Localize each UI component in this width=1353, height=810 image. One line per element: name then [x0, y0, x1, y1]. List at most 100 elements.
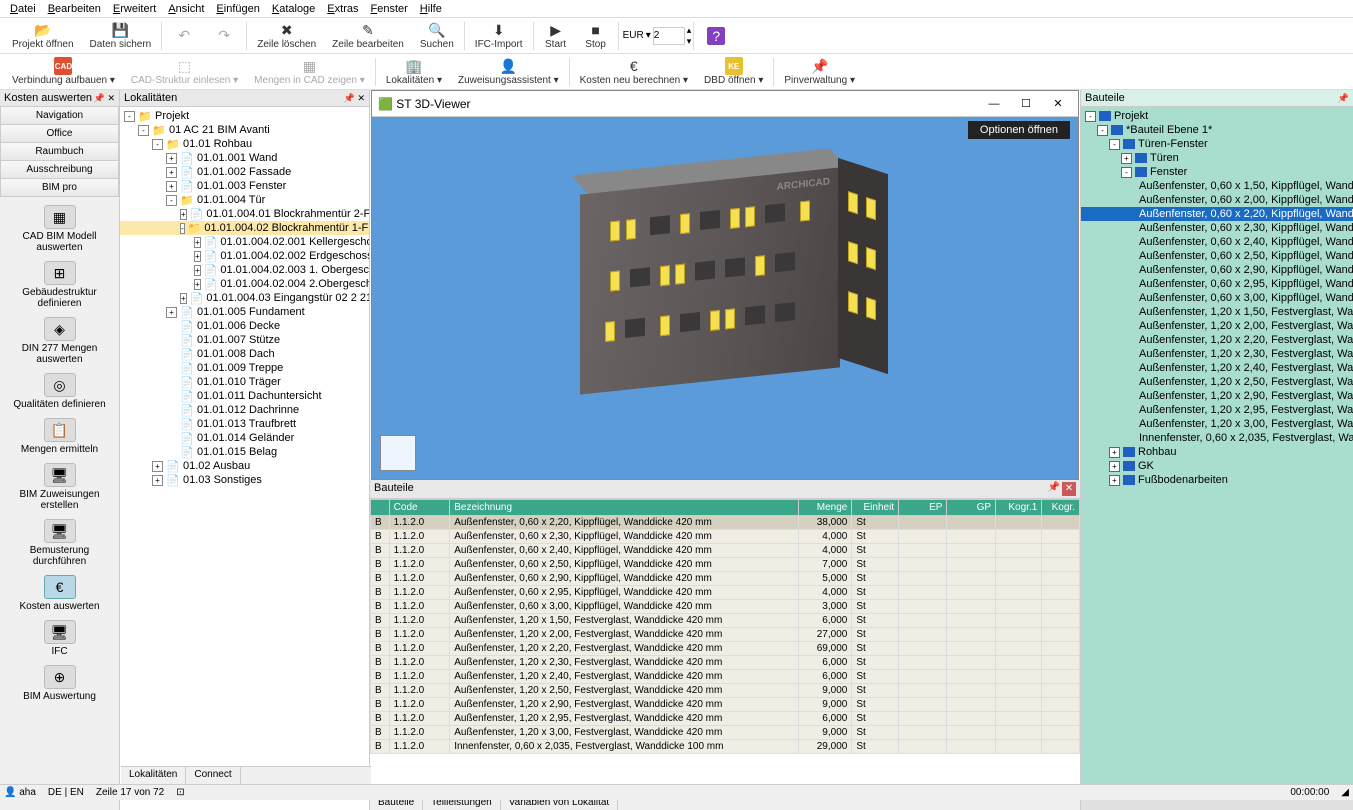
- cell[interactable]: [996, 544, 1042, 558]
- cell[interactable]: [947, 712, 996, 726]
- cell[interactable]: [947, 586, 996, 600]
- cell[interactable]: [996, 656, 1042, 670]
- rtree-row[interactable]: Außenfenster, 0,60 x 3,00, Kippflügel, W…: [1081, 291, 1353, 305]
- axes-gizmo[interactable]: [380, 435, 416, 471]
- cell[interactable]: Außenfenster, 1,20 x 2,90, Festverglast,…: [450, 698, 798, 712]
- tb2-Pinverwaltung[interactable]: 📌Pinverwaltung ▾: [776, 56, 863, 87]
- cell[interactable]: 1.1.2.0: [389, 712, 450, 726]
- cell[interactable]: St: [852, 572, 899, 586]
- cell[interactable]: [899, 516, 947, 530]
- cell[interactable]: B: [371, 530, 390, 544]
- cell[interactable]: 6,000: [798, 670, 852, 684]
- tree-row[interactable]: 📄01.01.011 Dachuntersicht: [120, 389, 369, 403]
- tree-row[interactable]: 📄01.01.009 Treppe: [120, 361, 369, 375]
- cell[interactable]: [1042, 572, 1080, 586]
- cell[interactable]: Außenfenster, 1,20 x 2,40, Festverglast,…: [450, 670, 798, 684]
- cell[interactable]: B: [371, 516, 390, 530]
- cell[interactable]: [1042, 712, 1080, 726]
- cell[interactable]: [947, 558, 996, 572]
- cell[interactable]: 4,000: [798, 530, 852, 544]
- col-header[interactable]: GP: [947, 500, 996, 516]
- cell[interactable]: [996, 516, 1042, 530]
- navtab-BIM pro[interactable]: BIM pro: [0, 179, 119, 197]
- rtree-row[interactable]: Außenfenster, 0,60 x 2,90, Kippflügel, W…: [1081, 263, 1353, 277]
- rtree-row[interactable]: Außenfenster, 1,20 x 3,00, Festverglast,…: [1081, 417, 1353, 431]
- cell[interactable]: [947, 516, 996, 530]
- cell[interactable]: [899, 698, 947, 712]
- cell[interactable]: St: [852, 670, 899, 684]
- cell[interactable]: [947, 684, 996, 698]
- cell[interactable]: Außenfenster, 1,20 x 3,00, Festverglast,…: [450, 726, 798, 740]
- tb-Stop[interactable]: ■Stop: [576, 20, 616, 51]
- components-tree[interactable]: -Projekt-*Bauteil Ebene 1*-Türen-Fenster…: [1081, 107, 1353, 796]
- cell[interactable]: [1042, 530, 1080, 544]
- cell[interactable]: [996, 614, 1042, 628]
- pin-icon[interactable]: 📌 ✕: [94, 93, 115, 104]
- cell[interactable]: [996, 642, 1042, 656]
- tool-Bemusterung-durchführen[interactable]: 🖥Bemusterung durchführen: [2, 519, 117, 567]
- cell[interactable]: 38,000: [798, 516, 852, 530]
- rtree-row[interactable]: Außenfenster, 1,20 x 1,50, Festverglast,…: [1081, 305, 1353, 319]
- tree-row[interactable]: -📁01.01 Rohbau: [120, 137, 369, 151]
- cell[interactable]: B: [371, 614, 390, 628]
- menu-ansicht[interactable]: Ansicht: [162, 3, 210, 15]
- tree-row[interactable]: +📄01.01.002 Fassade: [120, 165, 369, 179]
- minimize-button[interactable]: —: [980, 94, 1008, 114]
- cell[interactable]: [996, 572, 1042, 586]
- cell[interactable]: St: [852, 530, 899, 544]
- cell[interactable]: B: [371, 586, 390, 600]
- col-header[interactable]: Bezeichnung: [450, 500, 798, 516]
- currency-selector[interactable]: EUR▾▴▾: [623, 25, 692, 47]
- pin-icon[interactable]: 📌: [1338, 93, 1349, 104]
- col-header[interactable]: [371, 500, 390, 516]
- navtab-Raumbuch[interactable]: Raumbuch: [0, 143, 119, 161]
- menu-extras[interactable]: Extras: [321, 3, 364, 15]
- cell[interactable]: 29,000: [798, 740, 852, 754]
- pin-icon[interactable]: 📌 ✕: [344, 93, 365, 104]
- cell[interactable]: St: [852, 656, 899, 670]
- cell[interactable]: Außenfenster, 1,20 x 1,50, Festverglast,…: [450, 614, 798, 628]
- tree-row[interactable]: +📄01.01.004.03 Eingangstür 02 2 21: [120, 291, 369, 305]
- tool-Mengen-ermitteln[interactable]: 📋Mengen ermitteln: [2, 418, 117, 455]
- cell[interactable]: 27,000: [798, 628, 852, 642]
- pin-icon[interactable]: 📌: [1048, 482, 1060, 496]
- cell[interactable]: Außenfenster, 0,60 x 2,20, Kippflügel, W…: [450, 516, 798, 530]
- tb-↷[interactable]: ↷: [204, 20, 244, 51]
- cell[interactable]: [899, 712, 947, 726]
- tb2-Verbindung-aufbauen[interactable]: CADVerbindung aufbauen ▾: [4, 56, 123, 87]
- cell[interactable]: 9,000: [798, 684, 852, 698]
- tb-Daten sichern[interactable]: 💾Daten sichern: [82, 20, 160, 51]
- col-header[interactable]: Kogr.: [1042, 500, 1080, 516]
- cell[interactable]: [996, 712, 1042, 726]
- tree-row[interactable]: -📁01.01.004 Tür: [120, 193, 369, 207]
- 3d-building-model[interactable]: ARCHICAD: [560, 151, 890, 411]
- cell[interactable]: 4,000: [798, 586, 852, 600]
- tree-row[interactable]: 📄01.01.010 Träger: [120, 375, 369, 389]
- cell[interactable]: [899, 572, 947, 586]
- cell[interactable]: 1.1.2.0: [389, 740, 450, 754]
- cell[interactable]: [899, 586, 947, 600]
- cell[interactable]: St: [852, 712, 899, 726]
- cell[interactable]: [1042, 698, 1080, 712]
- rtree-row[interactable]: Außenfenster, 0,60 x 2,20, Kippflügel, W…: [1081, 207, 1353, 221]
- rtree-row[interactable]: Außenfenster, 0,60 x 2,95, Kippflügel, W…: [1081, 277, 1353, 291]
- cell[interactable]: B: [371, 558, 390, 572]
- tree-row[interactable]: 📄01.01.015 Belag: [120, 445, 369, 459]
- navtab-Navigation[interactable]: Navigation: [0, 107, 119, 125]
- tb-Zeile löschen[interactable]: ✖Zeile löschen: [249, 20, 324, 51]
- tb2-Kosten-neu-berechnen[interactable]: €Kosten neu berechnen ▾: [572, 56, 696, 87]
- cell[interactable]: 7,000: [798, 558, 852, 572]
- tb2-Zuweisungsassistent[interactable]: 👤Zuweisungsassistent ▾: [450, 56, 567, 87]
- col-header[interactable]: Kogr.1: [996, 500, 1042, 516]
- cell[interactable]: [996, 530, 1042, 544]
- rtree-row[interactable]: Außenfenster, 0,60 x 1,50, Kippflügel, W…: [1081, 179, 1353, 193]
- cell[interactable]: B: [371, 740, 390, 754]
- cell[interactable]: 3,000: [798, 600, 852, 614]
- cell[interactable]: Außenfenster, 0,60 x 2,40, Kippflügel, W…: [450, 544, 798, 558]
- cell[interactable]: B: [371, 684, 390, 698]
- tb2-Lokalitäten[interactable]: 🏢Lokalitäten ▾: [378, 56, 450, 87]
- tb-↶[interactable]: ↶: [164, 20, 204, 51]
- viewer-options-button[interactable]: Optionen öffnen: [968, 121, 1070, 139]
- cell[interactable]: 1.1.2.0: [389, 572, 450, 586]
- cell[interactable]: Außenfenster, 0,60 x 2,30, Kippflügel, W…: [450, 530, 798, 544]
